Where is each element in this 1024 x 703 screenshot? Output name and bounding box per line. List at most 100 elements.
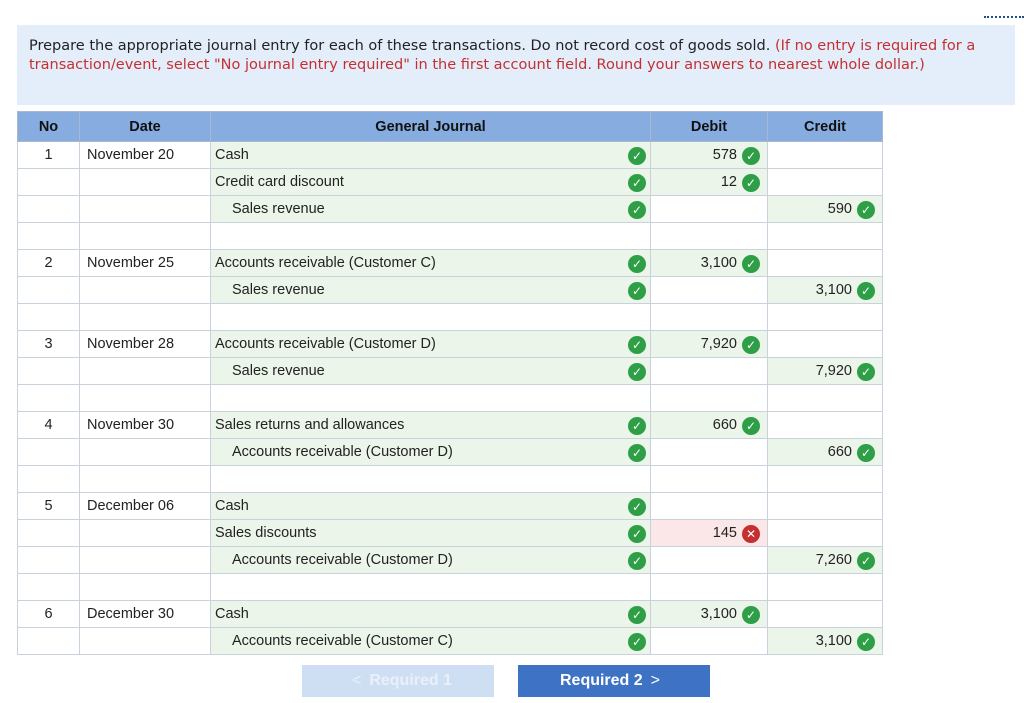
instructions-box: Prepare the appropriate journal entry fo…	[17, 25, 1015, 105]
account-select[interactable]: Credit card discount ✓	[210, 168, 651, 196]
account-name: Sales discounts	[215, 525, 317, 541]
entry-date: December 06	[79, 492, 211, 520]
debit-value: 3,100	[700, 255, 737, 271]
table-row: 6 December 30 Cash ✓ 3,100 ✓	[17, 600, 883, 628]
debit-input[interactable]	[650, 546, 768, 574]
account-name: Sales revenue	[232, 201, 325, 217]
credit-input[interactable]: 3,100 ✓	[767, 276, 883, 304]
account-select[interactable]: Cash ✓	[210, 141, 651, 169]
account-select[interactable]: Sales discounts ✓	[210, 519, 651, 547]
check-circle-icon: ✓	[628, 363, 646, 381]
credit-input[interactable]	[767, 249, 883, 277]
entry-date: December 30	[79, 600, 211, 628]
credit-input[interactable]	[767, 519, 883, 547]
spacer-cell	[767, 573, 883, 601]
entry-number: 1	[17, 141, 80, 169]
check-circle-icon: ✓	[628, 201, 646, 219]
account-name: Accounts receivable (Customer D)	[232, 444, 453, 460]
required-1-button[interactable]: < Required 1	[302, 665, 494, 697]
debit-input[interactable]: 7,920 ✓	[650, 330, 768, 358]
credit-input[interactable]: 660 ✓	[767, 438, 883, 466]
account-select[interactable]: Sales revenue ✓	[210, 276, 651, 304]
debit-value: 578	[712, 147, 737, 163]
check-circle-icon: ✓	[628, 255, 646, 273]
account-select[interactable]: Accounts receivable (Customer D) ✓	[210, 546, 651, 574]
entry-date: November 20	[79, 141, 211, 169]
spacer-cell	[650, 303, 768, 331]
table-row: 4 November 30 Sales returns and allowances…	[17, 411, 883, 439]
spacer-row	[17, 303, 883, 331]
credit-input[interactable]: 590 ✓	[767, 195, 883, 223]
entry-number: 3	[17, 330, 80, 358]
debit-value: 660	[712, 417, 737, 433]
credit-input[interactable]	[767, 492, 883, 520]
debit-input[interactable]: 3,100 ✓	[650, 600, 768, 628]
spacer-cell	[767, 222, 883, 250]
debit-input[interactable]: 145 ✕	[650, 519, 768, 547]
credit-input[interactable]	[767, 141, 883, 169]
debit-input[interactable]: 12 ✓	[650, 168, 768, 196]
table-row: 1 November 20 Cash ✓ 578 ✓	[17, 141, 883, 169]
account-select[interactable]: Accounts receivable (Customer D) ✓	[210, 330, 651, 358]
spacer-cell	[210, 222, 651, 250]
header-no: No	[17, 111, 80, 142]
credit-input[interactable]	[767, 330, 883, 358]
account-select[interactable]: Sales returns and allowances ✓	[210, 411, 651, 439]
debit-input[interactable]	[650, 438, 768, 466]
table-row: 3 November 28 Accounts receivable (Custome…	[17, 330, 883, 358]
check-circle-icon: ✓	[628, 417, 646, 435]
credit-input[interactable]	[767, 168, 883, 196]
spacer-cell	[79, 222, 211, 250]
credit-input[interactable]: 7,920 ✓	[767, 357, 883, 385]
debit-value: 3,100	[700, 606, 737, 622]
entry-date: November 30	[79, 411, 211, 439]
credit-input[interactable]: 7,260 ✓	[767, 546, 883, 574]
check-circle-icon: ✓	[742, 255, 760, 273]
entry-date	[79, 168, 211, 196]
check-circle-icon: ✓	[857, 363, 875, 381]
table-row: Accounts receivable (Customer D) ✓ 7,260 ✓	[17, 546, 883, 574]
credit-value: 3,100	[815, 633, 852, 649]
account-select[interactable]: Accounts receivable (Customer D) ✓	[210, 438, 651, 466]
account-name: Cash	[215, 498, 249, 514]
credit-input[interactable]	[767, 411, 883, 439]
header-credit: Credit	[767, 111, 883, 142]
credit-input[interactable]	[767, 600, 883, 628]
entry-date	[79, 195, 211, 223]
table-row: Accounts receivable (Customer C) ✓ 3,100 ✓	[17, 627, 883, 655]
spacer-cell	[17, 465, 80, 493]
debit-input[interactable]	[650, 276, 768, 304]
table-row: Accounts receivable (Customer D) ✓ 660 ✓	[17, 438, 883, 466]
debit-input[interactable]	[650, 492, 768, 520]
debit-input[interactable]: 660 ✓	[650, 411, 768, 439]
debit-input[interactable]	[650, 195, 768, 223]
debit-input[interactable]: 578 ✓	[650, 141, 768, 169]
spacer-cell	[17, 303, 80, 331]
debit-input[interactable]	[650, 357, 768, 385]
credit-input[interactable]: 3,100 ✓	[767, 627, 883, 655]
debit-input[interactable]: 3,100 ✓	[650, 249, 768, 277]
account-name: Accounts receivable (Customer D)	[215, 336, 436, 352]
required-2-button[interactable]: Required 2 >	[518, 665, 710, 697]
entry-number: 2	[17, 249, 80, 277]
account-select[interactable]: Sales revenue ✓	[210, 195, 651, 223]
account-select[interactable]: Cash ✓	[210, 492, 651, 520]
corner-tab-marker	[984, 0, 1024, 18]
credit-value: 660	[827, 444, 852, 460]
account-select[interactable]: Cash ✓	[210, 600, 651, 628]
entry-number: 5	[17, 492, 80, 520]
instructions-main: Prepare the appropriate journal entry fo…	[29, 38, 771, 54]
debit-value: 7,920	[700, 336, 737, 352]
account-select[interactable]: Accounts receivable (Customer C) ✓	[210, 627, 651, 655]
account-select[interactable]: Accounts receivable (Customer C) ✓	[210, 249, 651, 277]
spacer-row	[17, 465, 883, 493]
spacer-cell	[767, 303, 883, 331]
check-circle-icon: ✓	[742, 147, 760, 165]
account-select[interactable]: Sales revenue ✓	[210, 357, 651, 385]
entry-number	[17, 168, 80, 196]
entry-number	[17, 438, 80, 466]
debit-input[interactable]	[650, 627, 768, 655]
spacer-cell	[210, 573, 651, 601]
table-row: Sales discounts ✓ 145 ✕	[17, 519, 883, 547]
spacer-cell	[17, 222, 80, 250]
